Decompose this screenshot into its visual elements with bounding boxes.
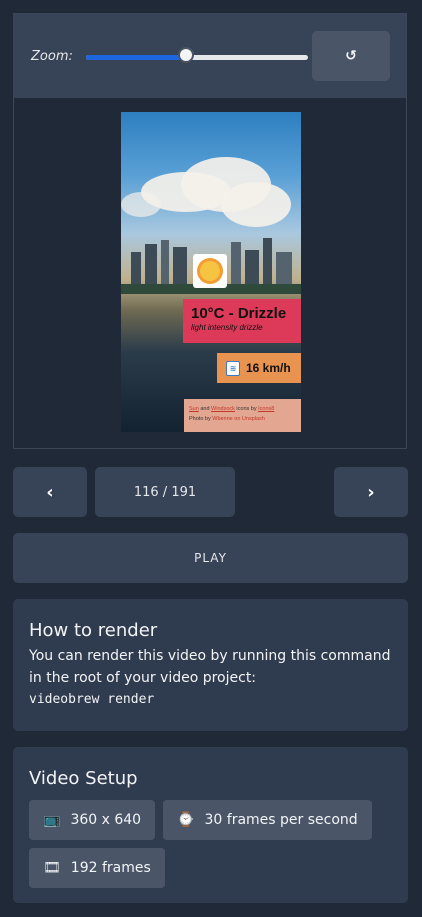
next-frame-button[interactable]: › [334, 467, 408, 517]
zoom-toolbar: Zoom: ↺ [14, 14, 406, 98]
fps-text: 30 frames per second [204, 812, 358, 828]
temperature-box: 10°C - Drizzle light intensity drizzle [183, 299, 301, 343]
zoom-slider-knob[interactable] [177, 47, 194, 63]
video-setup-card: Video Setup 📺 360 x 640 ⌚ 30 frames per … [13, 747, 408, 903]
frame-counter[interactable]: 116 / 191 [95, 467, 235, 517]
credit-text: Photo by [189, 416, 211, 422]
watch-icon: ⌚ [177, 812, 195, 828]
preview-panel: Zoom: ↺ 10°C - Drizzle light intensity d… [13, 13, 407, 449]
resolution-chip: 📺 360 x 640 [29, 800, 156, 840]
sun-icon [200, 261, 220, 281]
icons8-link[interactable]: Icons8 [258, 406, 274, 412]
chevron-right-icon: › [367, 481, 375, 503]
render-command: videobrew render [29, 692, 155, 707]
temperature-text: 10°C - Drizzle [191, 305, 287, 322]
how-to-render-card: How to render You can render this video … [13, 599, 408, 731]
video-setup-chips: 📺 360 x 640 ⌚ 30 frames per second 🎞 192… [29, 800, 392, 888]
credit-text: and [200, 406, 210, 412]
zoom-slider[interactable] [86, 47, 308, 63]
weather-icon-box [193, 254, 227, 288]
tv-icon: 📺 [43, 812, 61, 828]
frame-counter-text: 116 / 191 [133, 484, 197, 500]
weather-description: light intensity drizzle [191, 323, 263, 332]
resolution-text: 360 x 640 [70, 812, 142, 828]
play-label: PLAY [194, 551, 227, 565]
sun-credit-link[interactable]: Sun [189, 406, 199, 412]
play-button[interactable]: PLAY [13, 533, 408, 583]
fps-chip: ⌚ 30 frames per second [163, 800, 372, 840]
video-frame: 10°C - Drizzle light intensity drizzle ≋… [121, 112, 301, 432]
zoom-label: Zoom: [31, 49, 73, 64]
credit-text: icons by [236, 406, 257, 412]
wind-speed: 16 km/h [246, 361, 291, 375]
reset-zoom-button[interactable]: ↺ [312, 31, 390, 81]
windsock-credit-link[interactable]: Windsock [211, 406, 235, 412]
previous-frame-button[interactable]: ‹ [13, 467, 87, 517]
frames-chip: 🎞 192 frames [29, 848, 165, 888]
reset-icon: ↺ [345, 48, 357, 64]
photographer-link[interactable]: Wbenne on Unsplash [212, 416, 265, 422]
windsock-icon: ≋ [226, 360, 240, 376]
chevron-left-icon: ‹ [46, 481, 54, 503]
frames-text: 192 frames [70, 860, 151, 876]
zoom-slider-fill [86, 55, 186, 60]
credits: Sun and Windsock icons by Icons8 Photo b… [184, 399, 301, 432]
film-icon: 🎞 [43, 860, 61, 876]
cloud [221, 182, 291, 227]
how-to-render-text: You can render this video by running thi… [29, 648, 391, 686]
cloud [121, 192, 161, 217]
wind-box: ≋ 16 km/h [217, 353, 301, 383]
how-to-render-title: How to render [29, 620, 158, 641]
video-setup-title: Video Setup [29, 768, 138, 789]
